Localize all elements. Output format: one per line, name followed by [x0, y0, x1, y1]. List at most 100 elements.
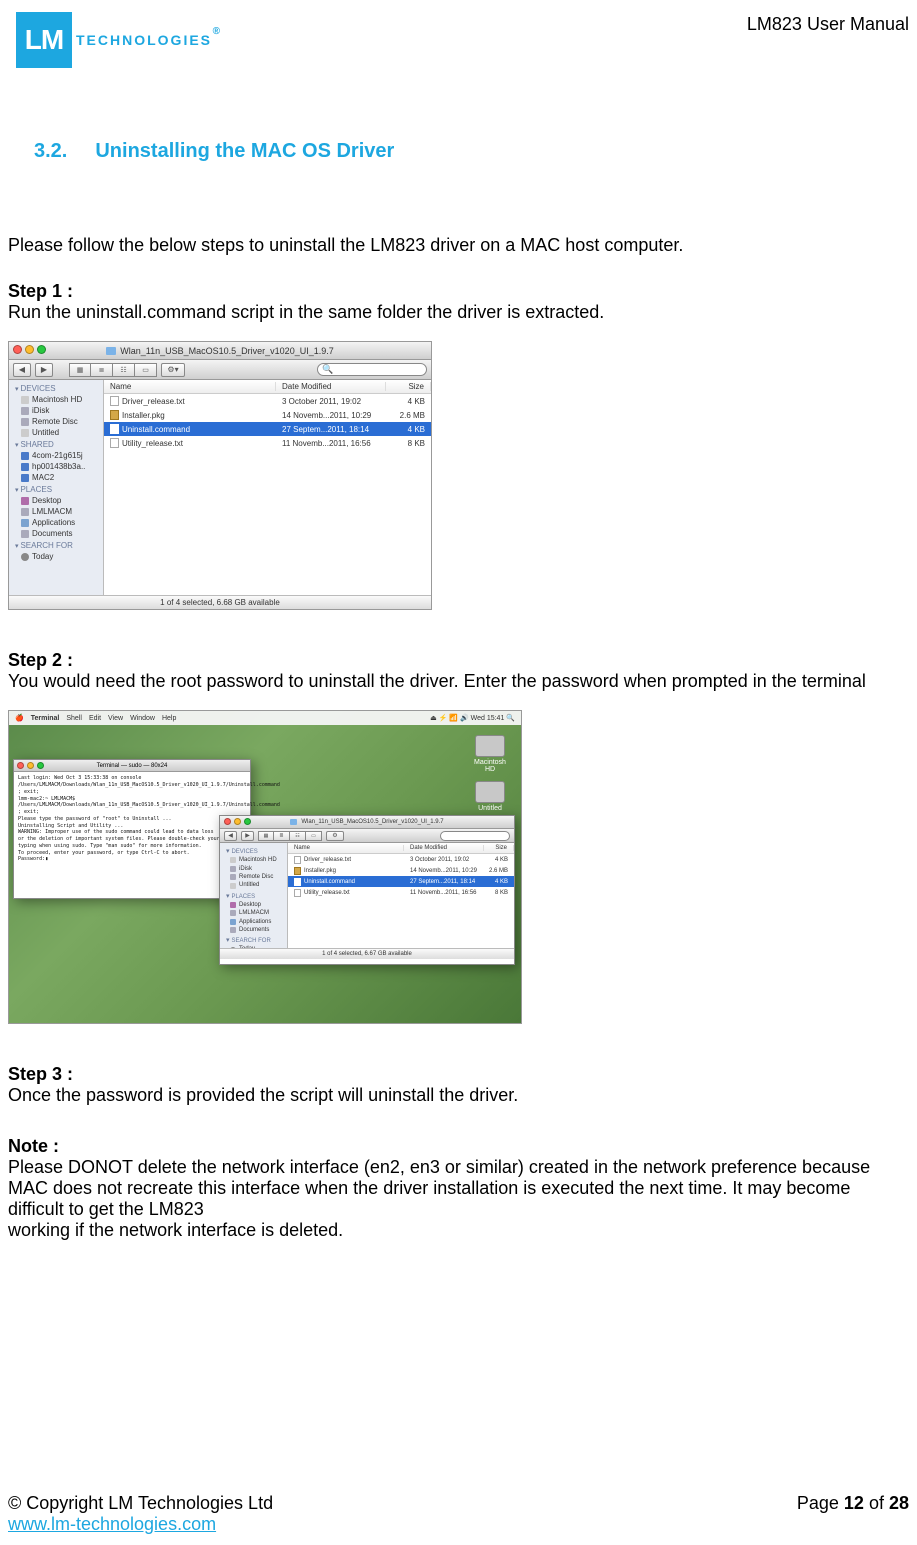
- file-row[interactable]: Utility_release.txt 11 Novemb...2011, 16…: [288, 887, 514, 898]
- action-button[interactable]: ⚙: [326, 831, 344, 841]
- zoom-icon[interactable]: [37, 345, 46, 354]
- terminal-line: To proceed, enter your password, or type…: [18, 850, 246, 857]
- back-button[interactable]: ◀: [224, 831, 237, 841]
- col-name[interactable]: Name: [104, 382, 276, 391]
- file-icon: [110, 396, 119, 406]
- sidebar-item[interactable]: Today: [222, 945, 285, 948]
- zoom-icon[interactable]: [37, 762, 44, 769]
- menu-item[interactable]: Help: [162, 715, 176, 722]
- search-input[interactable]: 🔍: [317, 363, 427, 376]
- col-date[interactable]: Date Modified: [276, 382, 386, 391]
- file-icon: [294, 856, 301, 864]
- sidebar-item[interactable]: Macintosh HD: [11, 394, 101, 405]
- action-button[interactable]: ⚙▾: [161, 363, 185, 377]
- sidebar-item[interactable]: LMLMACM: [11, 506, 101, 517]
- clock-icon: [21, 553, 29, 561]
- file-row[interactable]: Utility_release.txt 11 Novemb...2011, 16…: [104, 436, 431, 450]
- sidebar-item[interactable]: Applications: [11, 517, 101, 528]
- desktop-untitled-icon[interactable]: Untitled: [473, 781, 507, 812]
- step-2-text: You would need the root password to unin…: [8, 671, 909, 692]
- sidebar-item[interactable]: Today: [11, 551, 101, 562]
- minimize-icon[interactable]: [27, 762, 34, 769]
- disc-icon: [230, 874, 236, 880]
- menu-item[interactable]: Window: [130, 715, 155, 722]
- list-view-button[interactable]: ≣: [274, 831, 290, 841]
- menu-item[interactable]: Terminal: [31, 715, 60, 722]
- menu-item[interactable]: Shell: [66, 715, 82, 722]
- column-headers: Name Date Modified Size: [104, 380, 431, 394]
- back-button[interactable]: ◀: [13, 363, 31, 377]
- sidebar-item[interactable]: MAC2: [11, 472, 101, 483]
- pkg-icon: [294, 867, 301, 875]
- forward-button[interactable]: ▶: [241, 831, 254, 841]
- search-input[interactable]: [440, 831, 510, 841]
- sidebar-item[interactable]: Macintosh HD: [222, 856, 285, 864]
- column-headers: Name Date Modified Size: [288, 843, 514, 854]
- col-name[interactable]: Name: [288, 845, 404, 851]
- apple-icon[interactable]: 🍎: [15, 714, 24, 722]
- icon-view-button[interactable]: ▦: [69, 363, 91, 377]
- computer-icon: [21, 474, 29, 482]
- file-row[interactable]: Driver_release.txt 3 October 2011, 19:02…: [104, 394, 431, 408]
- menu-item[interactable]: View: [108, 715, 123, 722]
- sidebar-item[interactable]: Untitled: [222, 881, 285, 889]
- sidebar-item[interactable]: Documents: [11, 528, 101, 539]
- close-icon[interactable]: [224, 818, 231, 825]
- sidebar-item[interactable]: Untitled: [11, 427, 101, 438]
- terminal-output[interactable]: Last login: Wed Oct 3 15:33:38 on consol…: [14, 772, 250, 866]
- mac-menubar: 🍎 Terminal Shell Edit View Window Help ⏏…: [9, 711, 521, 725]
- sidebar-item[interactable]: Remote Disc: [11, 416, 101, 427]
- logo-mark: LM: [16, 12, 72, 68]
- list-view-button[interactable]: ≣: [91, 363, 113, 377]
- icon-view-button[interactable]: ▦: [258, 831, 274, 841]
- sidebar-item[interactable]: hp001438b3a..: [11, 461, 101, 472]
- sidebar-item[interactable]: LMLMACM: [222, 909, 285, 917]
- col-size[interactable]: Size: [484, 845, 514, 851]
- close-icon[interactable]: [13, 345, 22, 354]
- file-size: 2.6 MB: [386, 411, 431, 420]
- sidebar-label: Today: [239, 945, 255, 948]
- column-view-button[interactable]: ☷: [290, 831, 306, 841]
- page-label: Page: [797, 1493, 844, 1513]
- hd-icon: [21, 429, 29, 437]
- file-row[interactable]: Installer.pkg 14 Novemb...2011, 10:29 2.…: [104, 408, 431, 422]
- minimize-icon[interactable]: [25, 345, 34, 354]
- sidebar-item[interactable]: Documents: [222, 926, 285, 934]
- sidebar-item[interactable]: 4com-21g615j: [11, 450, 101, 461]
- sidebar-item[interactable]: iDisk: [222, 865, 285, 873]
- section-number: 3.2.: [34, 140, 67, 162]
- file-row[interactable]: Installer.pkg 14 Novemb...2011, 10:29 2.…: [288, 865, 514, 876]
- terminal-line: /Users/LMLMACM/Downloads/Wlan_11n_USB_Ma…: [18, 782, 246, 796]
- file-row-selected[interactable]: Uninstall.command 27 Septem...2011, 18:1…: [104, 422, 431, 436]
- zoom-icon[interactable]: [244, 818, 251, 825]
- registered-icon: ®: [213, 26, 222, 37]
- minimize-icon[interactable]: [234, 818, 241, 825]
- window-title: Wlan_11n_USB_MacOS10.5_Driver_v1020_UI_1…: [106, 346, 333, 356]
- coverflow-view-button[interactable]: ▭: [135, 363, 157, 377]
- close-icon[interactable]: [17, 762, 24, 769]
- sidebar-label: Applications: [32, 518, 75, 527]
- sidebar-item[interactable]: iDisk: [11, 405, 101, 416]
- col-size[interactable]: Size: [386, 382, 431, 391]
- col-date[interactable]: Date Modified: [404, 845, 484, 851]
- column-view-button[interactable]: ☷: [113, 363, 135, 377]
- page-number: Page 12 of 28: [797, 1493, 909, 1514]
- step-3-text: Once the password is provided the script…: [8, 1085, 909, 1106]
- sidebar-shared-header: Shared: [11, 438, 101, 450]
- file-icon: [110, 438, 119, 448]
- step-1-label: Step 1 :: [8, 281, 909, 302]
- sidebar-item[interactable]: Remote Disc: [222, 873, 285, 881]
- sidebar-search-header: Search For: [11, 539, 101, 551]
- idisk-icon: [230, 866, 236, 872]
- file-row-selected[interactable]: Uninstall.command 27 Septem...2011, 18:1…: [288, 876, 514, 887]
- file-name: Utility_release.txt: [304, 890, 350, 896]
- forward-button[interactable]: ▶: [35, 363, 53, 377]
- file-row[interactable]: Driver_release.txt 3 October 2011, 19:02…: [288, 854, 514, 865]
- sidebar-item[interactable]: Desktop: [11, 495, 101, 506]
- footer-link[interactable]: www.lm-technologies.com: [8, 1514, 216, 1534]
- coverflow-view-button[interactable]: ▭: [306, 831, 322, 841]
- desktop-hd-icon[interactable]: Macintosh HD: [473, 735, 507, 773]
- sidebar-item[interactable]: Desktop: [222, 901, 285, 909]
- sidebar-item[interactable]: Applications: [222, 918, 285, 926]
- menu-item[interactable]: Edit: [89, 715, 101, 722]
